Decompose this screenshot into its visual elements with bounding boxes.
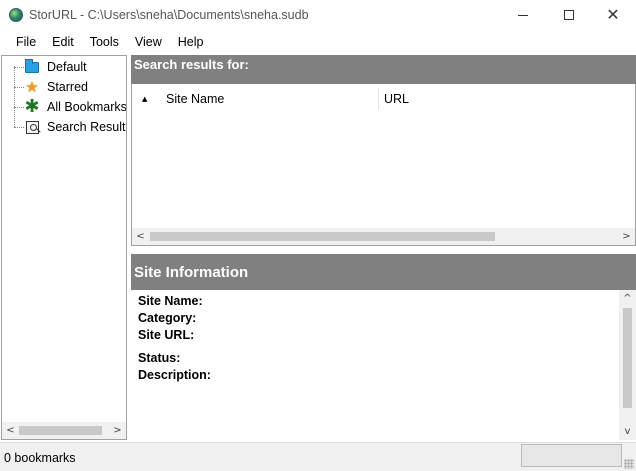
tree-item-label: Starred <box>47 80 88 94</box>
asterisk-icon: ✱ <box>24 96 40 117</box>
tree-connector <box>14 67 24 68</box>
tree-item-all-bookmarks[interactable]: ✱ All Bookmarks <box>2 97 126 117</box>
bookmark-count: 0 bookmarks <box>4 451 76 465</box>
tree-item-starred[interactable]: ★ Starred <box>2 77 126 97</box>
scrollbar-thumb[interactable] <box>150 232 495 241</box>
tree-item-label: All Bookmarks <box>47 100 127 114</box>
sort-ascending-icon[interactable]: ▲ <box>142 88 156 110</box>
scroll-left-icon[interactable]: < <box>132 228 149 245</box>
status-progress-bar <box>521 444 622 467</box>
menu-edit[interactable]: Edit <box>44 35 82 49</box>
window-title: StorURL - C:\Users\sneha\Documents\sneha… <box>29 8 309 22</box>
close-icon: ✕ <box>606 5 620 24</box>
menu-bar: File Edit Tools View Help <box>0 32 636 52</box>
tree-item-default[interactable]: Default <box>2 57 126 77</box>
column-header-url[interactable]: URL <box>384 88 409 110</box>
close-button[interactable]: ✕ <box>590 0 636 30</box>
scrollbar-thumb[interactable] <box>623 308 632 408</box>
column-divider[interactable] <box>378 88 379 110</box>
category-tree[interactable]: Default ★ Starred ✱ All Bookmarks Search… <box>1 55 127 440</box>
scroll-down-icon[interactable]: v <box>619 423 636 440</box>
tree-horizontal-scrollbar[interactable]: < > <box>2 422 126 439</box>
status-label: Status: <box>138 351 181 365</box>
results-horizontal-scrollbar[interactable]: < > <box>132 228 635 245</box>
folder-icon <box>24 58 40 75</box>
site-information-header: Site Information <box>131 254 636 290</box>
menu-file[interactable]: File <box>0 35 44 49</box>
tree-item-label: Search Results <box>47 120 127 134</box>
status-bar: 0 bookmarks <box>0 442 636 471</box>
site-name-label: Site Name: <box>138 294 203 308</box>
column-header-site-name[interactable]: Site Name <box>166 88 224 110</box>
resize-grip-icon[interactable] <box>624 459 634 469</box>
scroll-up-icon[interactable]: ^ <box>619 290 636 307</box>
tree-item-search-results[interactable]: Search Results <box>2 117 126 137</box>
menu-help[interactable]: Help <box>170 35 212 49</box>
site-url-label: Site URL: <box>138 328 195 342</box>
tree-connector <box>14 127 24 128</box>
tree-connector <box>14 87 24 88</box>
tree-connector <box>14 107 24 108</box>
scrollbar-thumb[interactable] <box>19 426 102 435</box>
search-results-icon <box>24 119 40 135</box>
minimize-button[interactable] <box>500 0 546 30</box>
storurl-app-icon <box>9 8 23 22</box>
menu-tools[interactable]: Tools <box>82 35 127 49</box>
description-label: Description: <box>138 368 211 382</box>
category-label: Category: <box>138 311 197 325</box>
search-results-header: Search results for: <box>131 55 636 84</box>
minimize-icon <box>518 14 528 16</box>
search-results-list[interactable]: ▲ Site Name URL < > <box>131 84 636 246</box>
scroll-right-icon[interactable]: > <box>618 228 635 245</box>
maximize-button[interactable] <box>546 0 592 30</box>
scroll-left-icon[interactable]: < <box>2 422 19 439</box>
site-information-panel: Site Name: Category: Site URL: Status: D… <box>131 290 636 440</box>
star-icon: ★ <box>25 77 39 96</box>
tree-item-label: Default <box>47 60 87 74</box>
maximize-icon <box>564 10 574 20</box>
title-bar: StorURL - C:\Users\sneha\Documents\sneha… <box>0 0 636 30</box>
scroll-right-icon[interactable]: > <box>109 422 126 439</box>
info-vertical-scrollbar[interactable]: ^ v <box>619 290 636 440</box>
menu-view[interactable]: View <box>127 35 170 49</box>
